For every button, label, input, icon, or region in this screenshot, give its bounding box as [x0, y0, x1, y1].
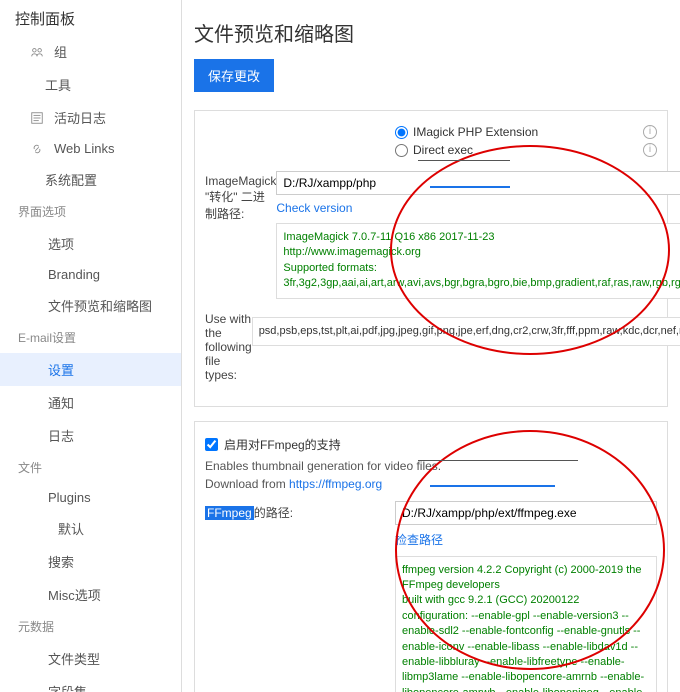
ffmpeg-desc2: Download from https://ffmpeg.org [205, 477, 657, 491]
app-header: 控制面板 [15, 0, 75, 37]
section-metadata: 元数据 [0, 611, 181, 642]
sidebar-item-settings[interactable]: 设置 [0, 353, 181, 386]
info-icon[interactable]: i [643, 143, 657, 157]
section-email: E-mail设置 [0, 322, 181, 353]
check-path-link[interactable]: 检查路径 [395, 531, 443, 548]
ffmpeg-enable-checkbox[interactable] [205, 438, 218, 451]
ffmpeg-path-input[interactable] [395, 501, 657, 525]
sidebar-item-plugins[interactable]: Plugins [0, 483, 181, 512]
sidebar-item-options[interactable]: 选项 [0, 227, 181, 260]
sidebar-item-fieldsets[interactable]: 字段集 [0, 675, 181, 692]
sidebar-item-tools[interactable]: 工具 [0, 68, 181, 101]
sidebar-item-group[interactable]: 组 [0, 35, 181, 68]
ffmpeg-link[interactable]: https://ffmpeg.org [289, 477, 382, 491]
info-icon[interactable]: i [643, 125, 657, 139]
imagick-version-output: ImageMagick 7.0.7-11 Q16 x86 2017-11-23 … [276, 223, 680, 299]
sidebar-label: Web Links [54, 141, 114, 156]
sidebar-item-weblinks[interactable]: Web Links [0, 134, 181, 163]
sidebar-label: 组 [54, 42, 67, 61]
sidebar-item-branding[interactable]: Branding [0, 260, 181, 289]
sidebar-item-filetypes[interactable]: 文件类型 [0, 642, 181, 675]
ffmpeg-enable-label: 启用对FFmpeg的支持 [224, 436, 341, 453]
imagick-filetypes-output: psd,psb,eps,tst,plt,ai,pdf,jpg,jpeg,gif,… [252, 317, 680, 346]
sidebar-item-thumbnails[interactable]: 文件预览和缩略图 [0, 289, 181, 322]
sidebar-item-activity-log[interactable]: 活动日志 [0, 101, 181, 134]
log-icon [30, 111, 44, 125]
check-version-link[interactable]: Check version [276, 201, 352, 215]
imagick-path-label: ImageMagick "转化" 二进制路径: [205, 171, 276, 222]
imagemagick-panel: IMagick PHP Extension i Direct exec i Im… [194, 110, 668, 407]
sidebar: 组 工具 活动日志 Web Links 系统配置 界面选项 选项 Brandin… [0, 0, 182, 692]
page-title: 文件预览和缩略图 [194, 18, 668, 47]
sidebar-item-notify[interactable]: 通知 [0, 386, 181, 419]
main-content: 文件预览和缩略图 保存更改 IMagick PHP Extension i Di… [182, 0, 680, 692]
ffmpeg-version-output: ffmpeg version 4.2.2 Copyright (c) 2000-… [395, 556, 657, 692]
imagick-filetypes-label: Use with the following file types: [205, 309, 252, 382]
imagick-path-input[interactable] [276, 171, 680, 195]
radio-imagick-ext[interactable]: IMagick PHP Extension [395, 125, 538, 139]
sidebar-item-search[interactable]: 搜索 [0, 545, 181, 578]
ffmpeg-panel: 启用对FFmpeg的支持 Enables thumbnail generatio… [194, 421, 668, 692]
sidebar-item-default[interactable]: 默认 [0, 512, 181, 545]
group-icon [30, 45, 44, 59]
section-files: 文件 [0, 452, 181, 483]
link-icon [30, 142, 44, 156]
annotation-underline [430, 186, 510, 188]
annotation-underline [430, 485, 555, 487]
sidebar-label: 活动日志 [54, 108, 106, 127]
annotation-underline [418, 460, 578, 461]
section-interface: 界面选项 [0, 196, 181, 227]
sidebar-item-log[interactable]: 日志 [0, 419, 181, 452]
sidebar-item-sysconfig[interactable]: 系统配置 [0, 163, 181, 196]
radio-direct-exec[interactable]: Direct exec [395, 143, 473, 157]
sidebar-item-misc[interactable]: Misc选项 [0, 578, 181, 611]
save-button[interactable]: 保存更改 [194, 59, 274, 92]
ffmpeg-path-label: FFmpeg的路径: [205, 501, 395, 521]
annotation-underline [418, 160, 510, 161]
